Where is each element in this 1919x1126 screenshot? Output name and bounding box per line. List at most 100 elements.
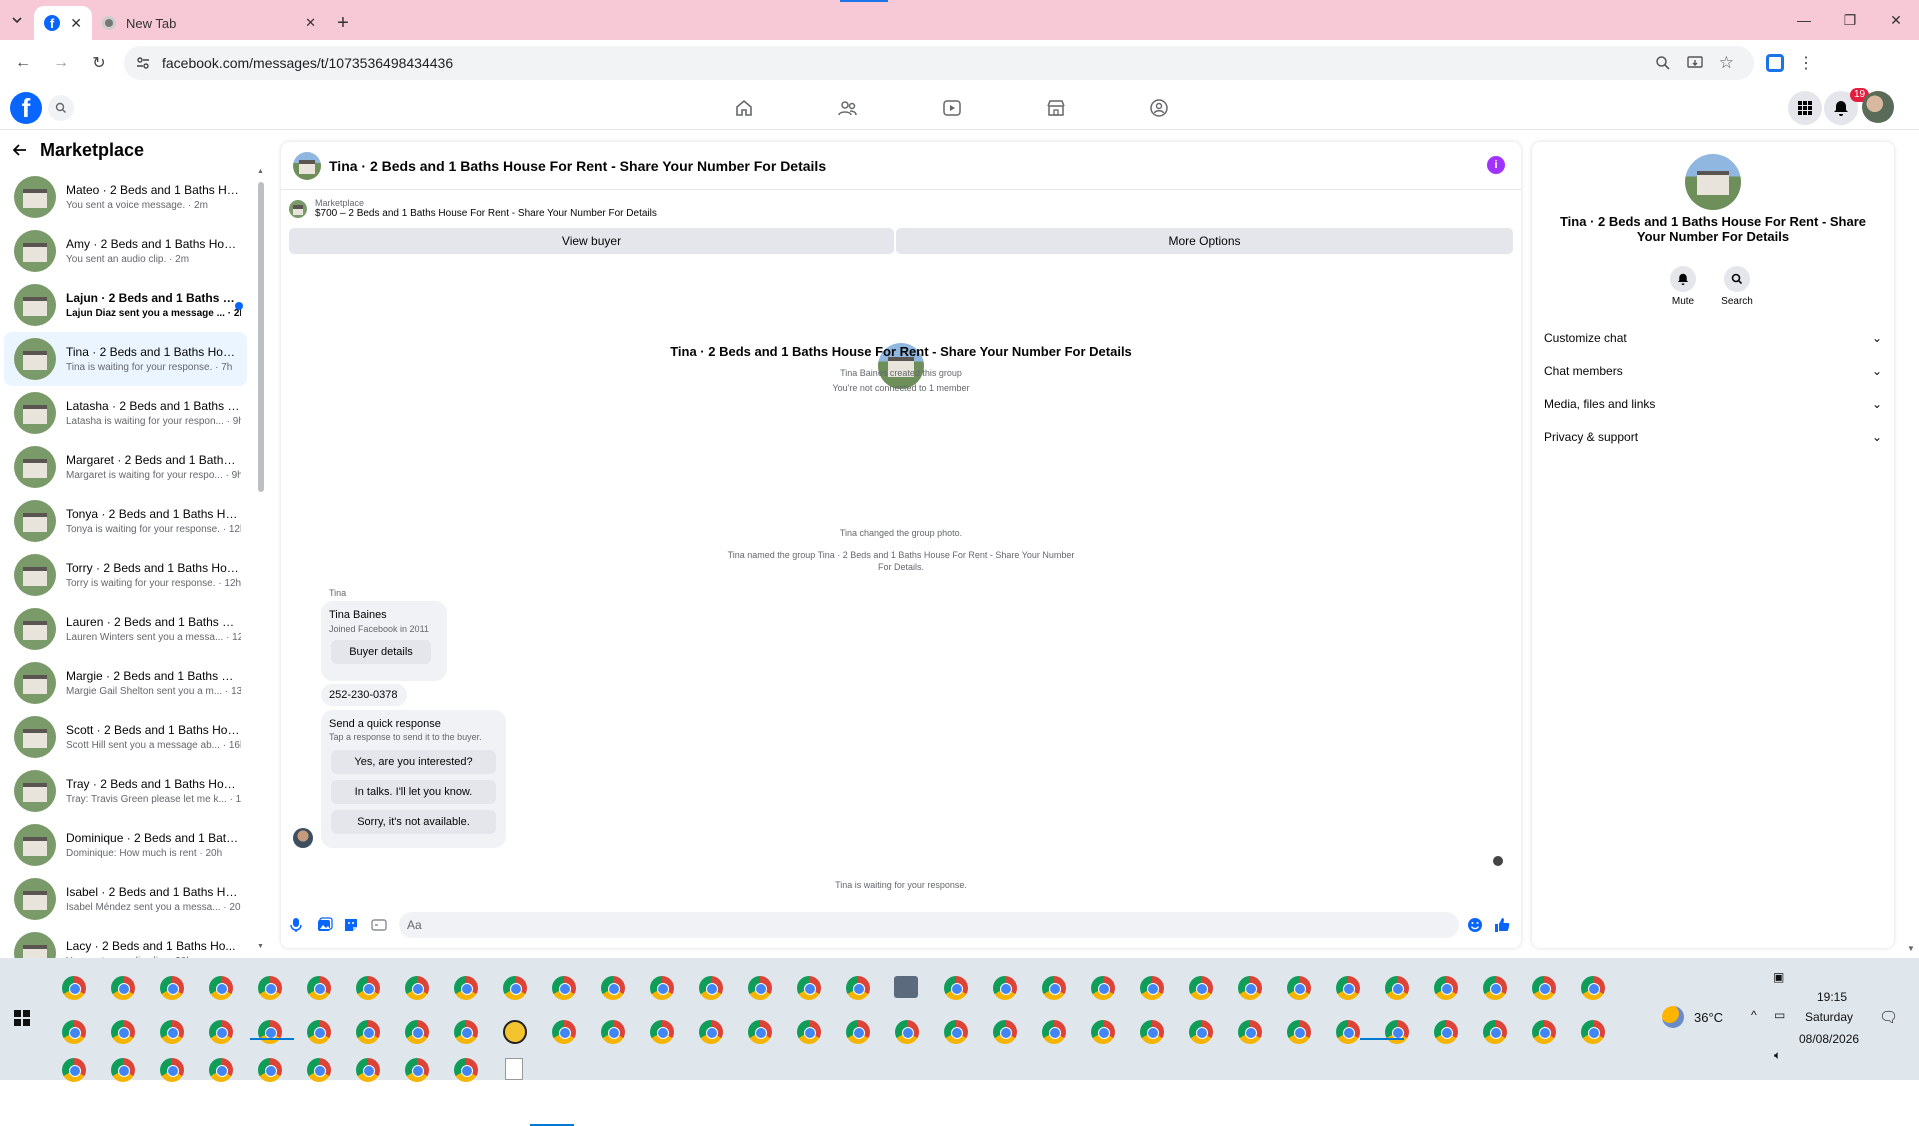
chrome-taskbar-icon[interactable] bbox=[356, 1058, 380, 1082]
mute-button[interactable]: Mute bbox=[1658, 266, 1708, 307]
chrome-taskbar-icon[interactable] bbox=[1532, 976, 1556, 1000]
chrome-taskbar-icon[interactable] bbox=[307, 1058, 331, 1082]
browser-menu-icon[interactable]: ⋮ bbox=[1798, 53, 1814, 73]
chrome-taskbar-icon[interactable] bbox=[258, 976, 282, 1000]
chrome-taskbar-icon[interactable] bbox=[601, 1020, 625, 1044]
chrome-taskbar-icon[interactable] bbox=[62, 976, 86, 1000]
chrome-taskbar-icon[interactable] bbox=[454, 976, 478, 1000]
conversation-item[interactable]: Mateo · 2 Beds and 1 Baths Hou... You sen… bbox=[4, 170, 247, 224]
conversation-item[interactable]: Lacy · 2 Beds and 1 Baths Ho...You sent … bbox=[4, 926, 247, 958]
chrome-taskbar-icon[interactable] bbox=[699, 1020, 723, 1044]
chrome-taskbar-icon[interactable] bbox=[699, 976, 723, 1000]
chrome-taskbar-icon[interactable] bbox=[160, 1020, 184, 1044]
chrome-taskbar-icon[interactable] bbox=[307, 1020, 331, 1044]
chrome-taskbar-icon[interactable] bbox=[846, 1020, 870, 1044]
chrome-taskbar-icon[interactable] bbox=[1091, 1020, 1115, 1044]
chrome-taskbar-icon[interactable] bbox=[1336, 1020, 1360, 1044]
clock-day[interactable]: Saturday bbox=[1805, 1010, 1853, 1024]
emoji-icon[interactable] bbox=[1467, 917, 1483, 933]
chrome-taskbar-icon[interactable] bbox=[209, 976, 233, 1000]
windows-start-icon[interactable] bbox=[14, 1010, 30, 1026]
address-bar[interactable]: facebook.com/messages/t/1073536498434436… bbox=[124, 45, 1754, 80]
buyer-details-button[interactable]: Buyer details bbox=[331, 640, 431, 664]
scroll-down-icon[interactable]: ▼ bbox=[1907, 944, 1915, 953]
conversation-item[interactable]: Torry · 2 Beds and 1 Baths Hous... Torry … bbox=[4, 548, 247, 602]
chrome-taskbar-icon[interactable] bbox=[601, 976, 625, 1000]
scroll-up-icon[interactable]: ▲ bbox=[257, 168, 264, 175]
photo-icon[interactable] bbox=[317, 917, 333, 933]
chrome-taskbar-icon[interactable] bbox=[160, 976, 184, 1000]
chrome-taskbar-icon[interactable] bbox=[405, 1058, 429, 1082]
chrome-taskbar-icon[interactable] bbox=[454, 1020, 478, 1044]
tab-search-chevron-icon[interactable] bbox=[0, 4, 34, 36]
chrome-taskbar-icon[interactable] bbox=[1238, 1020, 1262, 1044]
customize-chat-section[interactable]: Customize chat ⌄ bbox=[1544, 326, 1882, 350]
conversation-item[interactable]: Amy · 2 Beds and 1 Baths Hous... You sent… bbox=[4, 224, 247, 278]
chrome-taskbar-icon[interactable] bbox=[356, 976, 380, 1000]
sender-avatar[interactable] bbox=[293, 828, 313, 848]
scroll-down-icon[interactable]: ▼ bbox=[257, 943, 264, 950]
quick-reply-interested[interactable]: Yes, are you interested? bbox=[331, 750, 496, 774]
conversation-item[interactable]: Lajun · 2 Beds and 1 Baths Ho... Lajun Di… bbox=[4, 278, 247, 332]
zoom-icon[interactable] bbox=[1655, 55, 1671, 71]
chrome-taskbar-icon[interactable] bbox=[895, 1020, 919, 1044]
conversation-item[interactable]: Isabel · 2 Beds and 1 Baths Hou... Isabel… bbox=[4, 872, 247, 926]
file-icon[interactable] bbox=[505, 1058, 523, 1080]
privacy-support-section[interactable]: Privacy & support ⌄ bbox=[1544, 425, 1882, 449]
restore-icon[interactable]: ❐ bbox=[1827, 0, 1873, 40]
quick-reply-not-available[interactable]: Sorry, it's not available. bbox=[331, 810, 496, 834]
group-avatar[interactable] bbox=[293, 151, 321, 180]
chrome-taskbar-icon[interactable] bbox=[258, 1020, 282, 1044]
conversation-item[interactable]: Margie · 2 Beds and 1 Baths Ho... Margie … bbox=[4, 656, 247, 710]
friends-icon[interactable] bbox=[835, 95, 861, 121]
chrome-taskbar-icon[interactable] bbox=[111, 1058, 135, 1082]
forward-icon[interactable]: → bbox=[46, 48, 76, 78]
message-input[interactable]: Aa bbox=[399, 912, 1459, 938]
chrome-taskbar-icon[interactable] bbox=[1140, 1020, 1164, 1044]
chrome-taskbar-icon[interactable] bbox=[454, 1058, 478, 1082]
chrome-taskbar-icon[interactable] bbox=[503, 976, 527, 1000]
chrome-taskbar-icon[interactable] bbox=[111, 1020, 135, 1044]
chrome-taskbar-icon[interactable] bbox=[1581, 976, 1605, 1000]
tab-facebook[interactable]: f ✕ bbox=[34, 6, 92, 40]
minimize-icon[interactable]: — bbox=[1781, 0, 1827, 40]
chrome-taskbar-icon[interactable] bbox=[748, 1020, 772, 1044]
tab-close-icon[interactable]: ✕ bbox=[70, 15, 82, 32]
tab-close-icon[interactable]: ✕ bbox=[305, 15, 316, 31]
profile-avatar[interactable] bbox=[1862, 91, 1894, 123]
conversation-item[interactable]: Lauren · 2 Beds and 1 Baths Ho... Lauren … bbox=[4, 602, 247, 656]
chrome-taskbar-icon[interactable] bbox=[1091, 976, 1115, 1000]
chrome-taskbar-icon[interactable] bbox=[62, 1020, 86, 1044]
chrome-taskbar-icon[interactable] bbox=[552, 976, 576, 1000]
chrome-taskbar-icon[interactable] bbox=[405, 1020, 429, 1044]
conversation-item[interactable]: Tina · 2 Beds and 1 Baths House... Tina i… bbox=[4, 332, 247, 386]
chrome-taskbar-icon[interactable] bbox=[356, 1020, 380, 1044]
chrome-taskbar-icon[interactable] bbox=[797, 976, 821, 1000]
show-hidden-icons[interactable]: ^ bbox=[1751, 1008, 1757, 1022]
chrome-taskbar-icon[interactable] bbox=[1287, 976, 1311, 1000]
install-app-icon[interactable] bbox=[1687, 55, 1703, 71]
chrome-taskbar-icon[interactable] bbox=[846, 976, 870, 1000]
conversation-item[interactable]: Dominique · 2 Beds and 1 Baths... Dominiq… bbox=[4, 818, 247, 872]
chrome-taskbar-icon[interactable] bbox=[62, 1058, 86, 1082]
clock-time[interactable]: 19:15 bbox=[1817, 990, 1847, 1004]
volume-icon[interactable]: 🔈︎ bbox=[1774, 1048, 1781, 1063]
search-icon[interactable] bbox=[48, 95, 74, 121]
chrome-taskbar-icon[interactable] bbox=[993, 1020, 1017, 1044]
chrome-taskbar-icon[interactable] bbox=[307, 976, 331, 1000]
more-options-button[interactable]: More Options bbox=[896, 228, 1513, 254]
clock-date[interactable]: 08/08/2026 bbox=[1799, 1032, 1859, 1046]
chrome-taskbar-icon[interactable] bbox=[1189, 1020, 1213, 1044]
facebook-logo-icon[interactable]: f bbox=[10, 92, 42, 124]
weather-temp[interactable]: 36°C bbox=[1694, 1010, 1723, 1025]
sidebar-scroll-thumb[interactable] bbox=[258, 182, 264, 492]
menu-grid-icon[interactable] bbox=[1788, 91, 1822, 125]
chrome-taskbar-icon[interactable] bbox=[1042, 1020, 1066, 1044]
chrome-taskbar-icon[interactable] bbox=[160, 1058, 184, 1082]
chrome-taskbar-icon[interactable] bbox=[1140, 976, 1164, 1000]
chrome-taskbar-icon[interactable] bbox=[111, 976, 135, 1000]
chrome-taskbar-icon[interactable] bbox=[1189, 976, 1213, 1000]
app-window-icon[interactable] bbox=[894, 976, 918, 998]
conversation-item[interactable]: Margaret · 2 Beds and 1 Baths ... Margare… bbox=[4, 440, 247, 494]
media-files-links-section[interactable]: Media, files and links ⌄ bbox=[1544, 392, 1882, 416]
